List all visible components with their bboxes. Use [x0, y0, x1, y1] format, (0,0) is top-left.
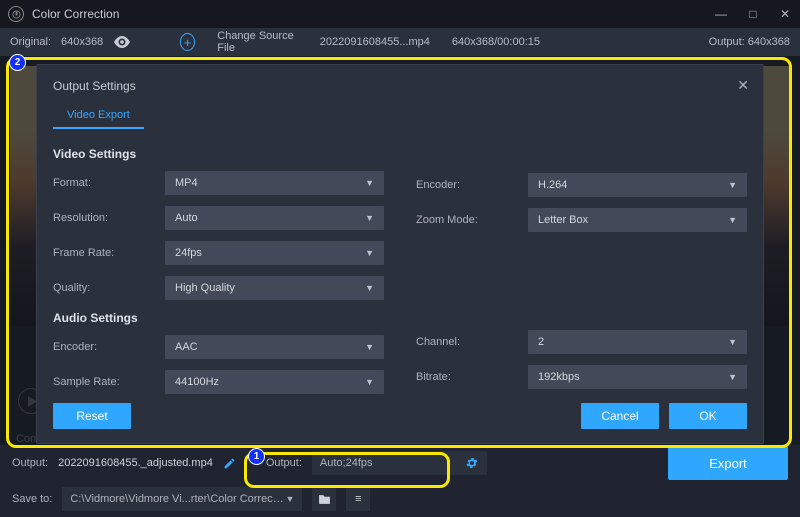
chevron-down-icon: ▼ [365, 283, 374, 293]
zoom-select[interactable]: Letter Box ▼ [528, 208, 747, 232]
resolution-select[interactable]: Auto ▼ [165, 206, 384, 230]
chevron-down-icon: ▼ [728, 180, 737, 190]
chevron-down-icon: ▼ [728, 372, 737, 382]
minimize-button[interactable]: — [714, 7, 728, 21]
samplerate-value: 44100Hz [175, 376, 219, 388]
chevron-down-icon: ▼ [285, 494, 294, 504]
source-dims-time: 640x368/00:00:15 [452, 36, 540, 48]
output-label: Output: [709, 36, 745, 48]
audio-encoder-value: AAC [175, 341, 198, 353]
resolution-label: Resolution: [53, 212, 165, 224]
original-dims: 640x368 [61, 36, 103, 48]
export-button[interactable]: Export [668, 446, 788, 480]
output-mode-select[interactable]: Auto;24fps [312, 451, 487, 475]
chevron-down-icon: ▼ [365, 178, 374, 188]
title-bar: Color Correction — □ ✕ [0, 0, 800, 28]
framerate-value: 24fps [175, 247, 202, 259]
output-settings-dialog: ✕ Output Settings Video Export Video Set… [36, 64, 764, 444]
eye-icon[interactable] [113, 36, 131, 48]
quality-label: Quality: [53, 282, 165, 294]
zoom-value: Letter Box [538, 214, 588, 226]
change-source-link[interactable]: Change Source File [217, 30, 298, 54]
quality-value: High Quality [175, 282, 235, 294]
bitrate-label: Bitrate: [416, 371, 528, 383]
audio-encoder-select[interactable]: AAC ▼ [165, 335, 384, 359]
close-button[interactable]: ✕ [778, 7, 792, 21]
samplerate-label: Sample Rate: [53, 376, 165, 388]
audio-encoder-label: Encoder: [53, 341, 165, 353]
chevron-down-icon: ▼ [365, 342, 374, 352]
chevron-down-icon: ▼ [728, 215, 737, 225]
dialog-close-icon[interactable]: ✕ [737, 77, 749, 94]
original-label: Original: [10, 36, 51, 48]
output-mode-value: Auto;24fps [320, 457, 373, 469]
format-select[interactable]: MP4 ▼ [165, 171, 384, 195]
channel-select[interactable]: 2▼ [528, 330, 747, 354]
bitrate-select[interactable]: 192kbps ▼ [528, 365, 747, 389]
info-bar: Original: 640x368 + Change Source File 2… [0, 28, 800, 56]
chevron-down-icon: ▼ [365, 248, 374, 258]
window-title: Color Correction [32, 7, 119, 21]
samplerate-select[interactable]: 44100Hz ▼ [165, 370, 384, 394]
save-to-label: Save to: [12, 493, 52, 505]
left-column: Video Settings Format: MP4▼ Resolution: … [53, 145, 384, 405]
ok-button[interactable]: OK [669, 403, 747, 429]
chevron-down-icon: ▼ [365, 213, 374, 223]
encoder-label: Encoder: [416, 179, 528, 191]
move-up-button[interactable]: ≡ [346, 487, 370, 511]
channel-label: Channel: [416, 336, 528, 348]
tab-video-export[interactable]: Video Export [53, 103, 144, 129]
zoom-label: Zoom Mode: [416, 214, 528, 226]
edit-filename-icon[interactable] [223, 457, 236, 470]
right-column: Encoder: H.264 ▼ Zoom Mode: Letter Box ▼ C… [416, 145, 747, 405]
chevron-down-icon: ▼ [365, 377, 374, 387]
encoder-value: H.264 [538, 179, 567, 191]
channel-value: 2 [538, 336, 544, 348]
bottom-bar: Output: 2022091608455._adjusted.mp4 Outp… [0, 445, 800, 517]
chevron-down-icon: ▼ [728, 337, 737, 347]
quality-select[interactable]: High Quality ▼ [165, 276, 384, 300]
output-mode-label: Output: [266, 457, 302, 469]
add-source-icon[interactable]: + [180, 33, 195, 51]
encoder-select[interactable]: H.264 ▼ [528, 173, 747, 197]
dialog-title: Output Settings [37, 65, 763, 97]
save-path-select[interactable]: C:\Vidmore\Vidmore Vi...rter\Color Corre… [62, 487, 302, 511]
video-settings-heading: Video Settings [53, 147, 384, 161]
cancel-button[interactable]: Cancel [581, 403, 659, 429]
maximize-button[interactable]: □ [746, 7, 760, 21]
output-file-label: Output: [12, 457, 48, 469]
reset-button[interactable]: Reset [53, 403, 131, 429]
resolution-value: Auto [175, 212, 198, 224]
framerate-label: Frame Rate: [53, 247, 165, 259]
gear-icon[interactable] [465, 456, 479, 470]
format-label: Format: [53, 177, 165, 189]
app-logo-icon [8, 6, 24, 22]
source-filename: 2022091608455...mp4 [320, 36, 430, 48]
output-dims: 640x368 [748, 36, 790, 48]
audio-settings-heading: Audio Settings [53, 311, 384, 325]
bitrate-value: 192kbps [538, 371, 580, 383]
framerate-select[interactable]: 24fps ▼ [165, 241, 384, 265]
open-folder-button[interactable] [312, 487, 336, 511]
app-root: Color Correction — □ ✕ Original: 640x368… [0, 0, 800, 517]
output-filename: 2022091608455._adjusted.mp4 [58, 457, 213, 469]
save-path-value: C:\Vidmore\Vidmore Vi...rter\Color Corre… [70, 493, 285, 505]
format-value: MP4 [175, 177, 198, 189]
